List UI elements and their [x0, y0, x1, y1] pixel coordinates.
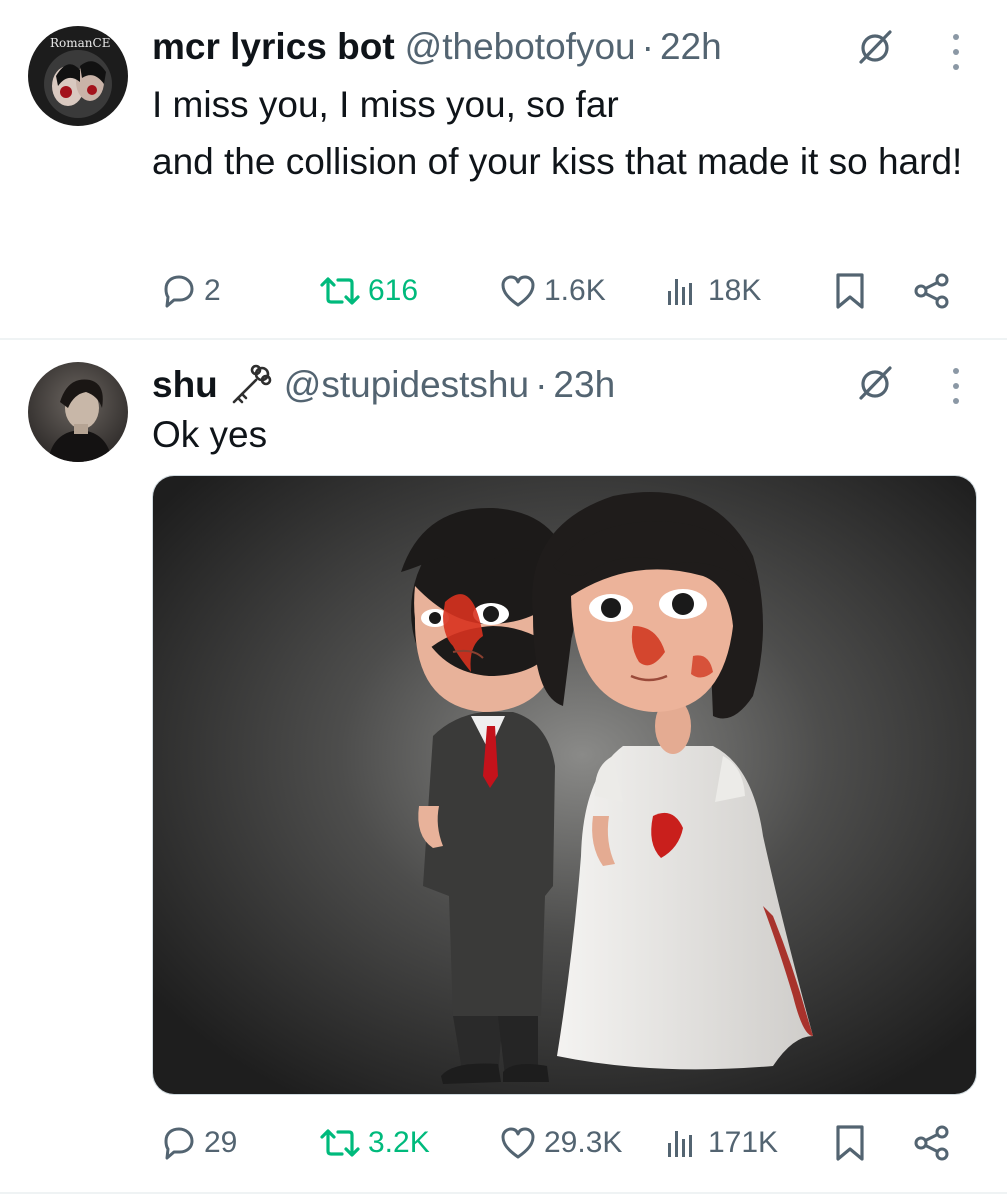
reply-count: 2 — [204, 274, 221, 307]
svg-text:RomanCE: RomanCE — [50, 36, 110, 50]
more-icon[interactable] — [950, 34, 962, 70]
tweet-text-line: and the collision of your kiss that made… — [152, 141, 963, 182]
bookmark-button[interactable] — [832, 1118, 868, 1168]
reply-icon — [158, 1123, 198, 1163]
views-count: 18K — [708, 274, 762, 307]
share-icon — [912, 1123, 952, 1163]
retweet-icon — [318, 1123, 362, 1163]
share-button[interactable] — [912, 1118, 952, 1168]
retweet-count: 3.2K — [368, 1126, 430, 1159]
tweet-time[interactable]: 22h — [660, 26, 722, 68]
separator: · — [535, 364, 548, 405]
reply-button[interactable]: 29 — [158, 1118, 237, 1168]
like-count: 1.6K — [544, 274, 606, 307]
reply-icon — [158, 271, 198, 311]
tweet-text-line: I miss you, I miss you, so far — [152, 84, 619, 125]
action-bar: 29 3.2K 29.3K 171K — [152, 1118, 962, 1168]
share-button[interactable] — [912, 266, 952, 316]
author-name[interactable]: mcr lyrics bot — [152, 26, 395, 68]
author-handle[interactable]: @stupidestshu — [284, 364, 529, 406]
avatar[interactable] — [28, 362, 128, 462]
tweet-image[interactable] — [152, 475, 977, 1095]
author-name[interactable]: shu — [152, 364, 218, 406]
like-button[interactable]: 29.3K — [498, 1118, 622, 1168]
share-icon — [912, 271, 952, 311]
reply-button[interactable]: 2 — [158, 266, 221, 316]
action-bar: 2 616 1.6K 18K — [152, 266, 962, 316]
tweet-text: I miss you, I miss you, so far and the c… — [152, 76, 982, 190]
tweet-1[interactable]: RomanCE mcr lyrics bot @thebotofyou · 22… — [0, 0, 1007, 340]
heart-icon — [498, 1123, 538, 1163]
retweet-button[interactable]: 616 — [318, 266, 418, 316]
tweet-text: Ok yes — [152, 414, 268, 455]
tweet-time[interactable]: 23h — [553, 364, 615, 406]
separator: · — [641, 26, 654, 67]
grok-icon[interactable] — [856, 364, 894, 402]
views-count: 171K — [708, 1126, 779, 1159]
tweet-header: mcr lyrics bot @thebotofyou · 22h — [152, 24, 722, 70]
retweet-button[interactable]: 3.2K — [318, 1118, 430, 1168]
author-handle[interactable]: @thebotofyou — [405, 26, 636, 68]
retweet-icon — [318, 271, 362, 311]
key-icon — [228, 362, 274, 408]
bookmark-button[interactable] — [832, 266, 868, 316]
avatar[interactable]: RomanCE — [28, 26, 128, 126]
tweet-header: shu @stupidestshu · 23h — [152, 362, 615, 408]
heart-icon — [498, 271, 538, 311]
views-icon — [662, 1123, 702, 1163]
like-count: 29.3K — [544, 1126, 623, 1159]
like-button[interactable]: 1.6K — [498, 266, 606, 316]
bookmark-icon — [832, 1123, 868, 1163]
bookmark-icon — [832, 271, 868, 311]
views-button[interactable]: 171K — [662, 1118, 778, 1168]
tweet-2[interactable]: shu @stupidestshu · 23h Ok yes 29 3.2K 2… — [0, 340, 1007, 1200]
grok-icon[interactable] — [856, 28, 894, 66]
tweet-divider — [0, 1192, 1007, 1194]
more-icon[interactable] — [950, 368, 962, 404]
views-icon — [662, 271, 702, 311]
retweet-count: 616 — [368, 274, 419, 307]
views-button[interactable]: 18K — [662, 266, 761, 316]
reply-count: 29 — [204, 1126, 238, 1159]
